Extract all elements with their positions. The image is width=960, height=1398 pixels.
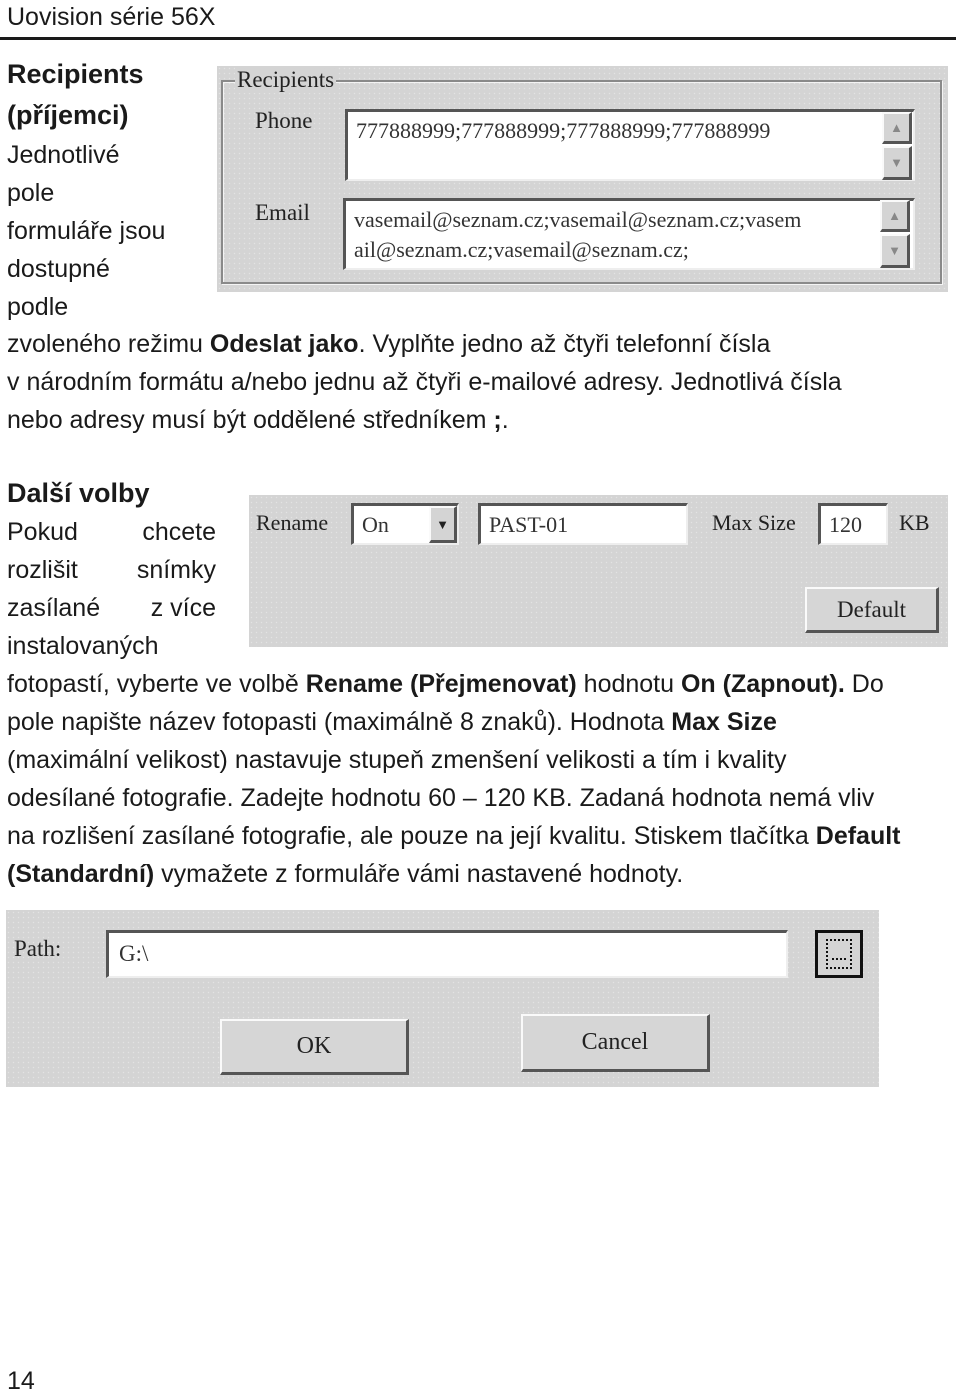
bold-term: Max Size xyxy=(671,708,777,736)
para-line: zvoleného režimu Odeslat jako. Vyplňte j… xyxy=(7,325,950,363)
para-line: odesílané fotografie. Zadejte hodnotu 60… xyxy=(7,784,875,812)
side-line: pole xyxy=(7,179,55,207)
side-line: formuláře jsou xyxy=(7,217,166,245)
email-value-line: ail@seznam.cz;vasemail@seznam.cz; xyxy=(354,237,689,262)
para-line: na rozlišení zasílané fotografie, ale po… xyxy=(7,817,950,855)
word: chcete xyxy=(142,518,216,546)
side-line: dostupné xyxy=(7,255,110,283)
para-line: fotopastí, vyberte ve volbě Rename (Přej… xyxy=(7,665,950,703)
bold-term: On (Zapnout). xyxy=(680,670,845,698)
side-line: instalovaných xyxy=(7,632,159,660)
bold-term: ; xyxy=(493,406,502,434)
arrow-up-icon: ▲ xyxy=(890,120,903,135)
max-size-value: 120 xyxy=(829,512,862,537)
para-line: (Standardní) vymažete z formuláře vámi n… xyxy=(7,855,950,893)
text: na rozlišení zasílané fotografie, ale po… xyxy=(7,822,816,850)
camera-name-field[interactable]: PAST-01 xyxy=(478,503,688,545)
word: z více xyxy=(150,594,216,622)
recipients-paragraph: zvoleného režimu Odeslat jako. Vyplňte j… xyxy=(7,325,950,439)
bold-term: Odeslat jako xyxy=(209,330,359,358)
phone-value: 777888999;777888999;777888999;777888999 xyxy=(356,118,771,143)
max-size-label: Max Size xyxy=(712,510,796,535)
options-paragraph: fotopastí, vyberte ve volbě Rename (Přej… xyxy=(7,665,950,893)
rename-label: Rename xyxy=(256,510,329,535)
text: zvoleného režimu xyxy=(7,330,210,358)
document-header-title: Uovision série 56X xyxy=(7,3,216,31)
header-divider xyxy=(0,37,956,40)
path-dialog: Path: G:\ OK Cancel xyxy=(6,910,879,1087)
para-line: pole napište název fotopasti (maximálně … xyxy=(7,703,950,741)
phone-scroll-up-button[interactable]: ▲ xyxy=(882,112,912,144)
word: Pokud xyxy=(7,518,78,546)
word: rozlišit xyxy=(7,556,78,584)
recipients-heading: Recipients xyxy=(7,59,144,89)
path-field[interactable]: G:\ xyxy=(106,930,788,978)
email-scroll-down-button[interactable]: ▼ xyxy=(880,234,910,268)
path-value: G:\ xyxy=(119,941,149,966)
text: fotopastí, vyberte ve volbě xyxy=(7,670,306,698)
email-scroll-up-button[interactable]: ▲ xyxy=(880,200,910,232)
unit-label: KB xyxy=(899,510,930,535)
side-line: Pokud chcete xyxy=(7,513,216,551)
bold-term: Default xyxy=(815,822,901,850)
cancel-button[interactable]: Cancel xyxy=(521,1014,710,1072)
browse-icon xyxy=(826,939,852,969)
default-button[interactable]: Default xyxy=(805,587,939,633)
arrow-up-icon: ▲ xyxy=(888,208,901,223)
text: . xyxy=(501,406,509,434)
options-side-text: Další volby Pokud chcete rozlišit snímky z… xyxy=(7,473,216,665)
text: pole napište název fotopasti (maximálně … xyxy=(7,708,672,736)
word: zasílané xyxy=(7,594,101,622)
options-heading: Další volby xyxy=(7,478,150,508)
browse-button[interactable] xyxy=(815,930,863,978)
recipients-dialog: Recipients Phone 777888999;777888999;777… xyxy=(217,66,948,292)
max-size-field[interactable]: 120 xyxy=(818,503,888,545)
recipients-group-label: Recipients xyxy=(235,67,337,93)
bold-term: Rename (Přejmenovat) xyxy=(305,670,577,698)
para-line: (maximální velikost) nastavuje stupeň zm… xyxy=(7,746,787,774)
path-label: Path: xyxy=(14,936,62,961)
arrow-down-icon: ▼ xyxy=(888,243,901,258)
side-line: podle xyxy=(7,293,69,321)
word: snímky xyxy=(136,556,216,584)
rename-dropdown-button[interactable]: ▼ xyxy=(429,506,457,543)
rename-selected-value: On xyxy=(362,512,389,537)
text: Do xyxy=(844,670,884,698)
text-segment: zvoleného režimu Odeslat jako. Vyplňte j… xyxy=(7,325,770,363)
options-dialog: Rename On ▼ PAST-01 Max Size 120 KB Defa… xyxy=(249,495,948,647)
arrow-down-icon: ▼ xyxy=(890,155,903,170)
para-line: v národním formátu a/nebo jednu až čtyři… xyxy=(7,368,842,396)
bold-term: (Standardní) xyxy=(7,860,155,888)
side-line: rozlišit snímky xyxy=(7,551,216,589)
text: hodnotu xyxy=(576,670,681,698)
phone-label: Phone xyxy=(255,108,313,133)
phone-scroll-down-button[interactable]: ▼ xyxy=(882,146,912,180)
email-field[interactable]: vasemail@seznam.cz;vasemail@seznam.cz;va… xyxy=(343,198,915,270)
email-label: Email xyxy=(255,200,310,225)
recipients-side-text: Recipients (příjemci) Jednotlivé pole fo… xyxy=(7,54,217,326)
camera-name-value: PAST-01 xyxy=(489,512,569,537)
para-line: nebo adresy musí být oddělené středníkem… xyxy=(7,401,950,439)
text: . Vyplňte jedno až čtyři telefonní čísla xyxy=(358,330,771,358)
recipients-heading-translation: (příjemci) xyxy=(7,100,129,130)
text: nebo adresy musí být oddělené středníkem xyxy=(7,406,494,434)
text: vymažete z formuláře vámi nastavené hodn… xyxy=(154,860,684,888)
chevron-down-icon: ▼ xyxy=(436,516,449,532)
email-value-line: vasemail@seznam.cz;vasemail@seznam.cz;va… xyxy=(354,207,802,232)
side-line: Jednotlivé xyxy=(7,141,120,169)
side-line: zasílané z více xyxy=(7,589,216,627)
ok-button[interactable]: OK xyxy=(220,1019,409,1075)
page-number: 14 xyxy=(7,1367,35,1395)
phone-field[interactable]: 777888999;777888999;777888999;777888999 xyxy=(345,109,915,181)
